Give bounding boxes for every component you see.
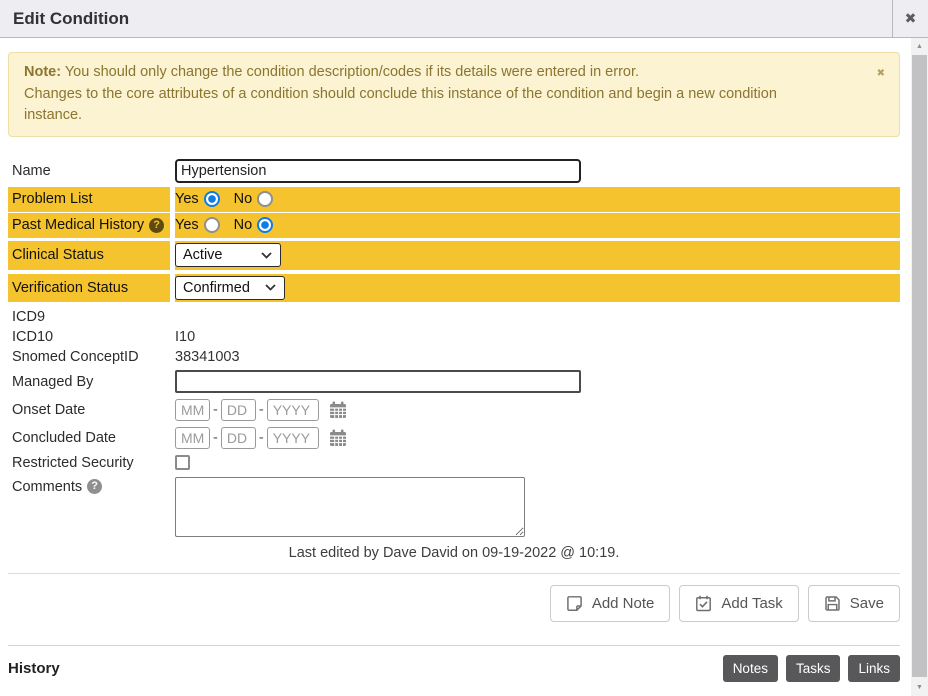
date-separator: - bbox=[213, 402, 218, 418]
verification-status-value: Confirmed bbox=[183, 280, 250, 296]
history-notes-button[interactable]: Notes bbox=[723, 655, 778, 682]
comments-label: Comments bbox=[12, 479, 82, 495]
past-medical-history-row: Past Medical History ? Yes No bbox=[8, 213, 900, 238]
restricted-security-checkbox[interactable] bbox=[175, 455, 190, 470]
onset-day-input[interactable] bbox=[221, 399, 256, 421]
help-icon[interactable]: ? bbox=[87, 479, 102, 494]
pmh-no-label: No bbox=[234, 217, 253, 233]
date-separator: - bbox=[213, 430, 218, 446]
onset-year-input[interactable] bbox=[267, 399, 319, 421]
problem-list-no-label: No bbox=[234, 191, 253, 207]
scrollbar-thumb[interactable] bbox=[912, 55, 927, 677]
concluded-day-input[interactable] bbox=[221, 427, 256, 449]
dialog-title: Edit Condition bbox=[0, 0, 892, 37]
restricted-security-label: Restricted Security bbox=[8, 453, 170, 473]
note-dismiss-icon[interactable]: ✖ bbox=[877, 63, 885, 85]
verification-status-label: Verification Status bbox=[8, 274, 170, 302]
calendar-icon[interactable] bbox=[328, 400, 348, 420]
dialog-header: Edit Condition ✖ bbox=[0, 0, 928, 38]
problem-list-yes-label: Yes bbox=[175, 191, 199, 207]
clinical-status-select[interactable]: Active bbox=[175, 243, 281, 267]
comments-textarea[interactable] bbox=[175, 477, 525, 537]
history-section: History Notes Tasks Links bbox=[8, 646, 900, 682]
action-bar: Add Note Add Task Save bbox=[8, 585, 900, 622]
history-links-button[interactable]: Links bbox=[848, 655, 900, 682]
verification-status-select[interactable]: Confirmed bbox=[175, 276, 285, 300]
add-task-button[interactable]: Add Task bbox=[679, 585, 798, 622]
note-icon bbox=[566, 595, 583, 612]
managed-by-row: Managed By bbox=[8, 370, 900, 394]
scrollbar-up-arrow[interactable]: ▲ bbox=[911, 38, 928, 55]
clinical-status-row: Clinical Status Active bbox=[8, 241, 900, 270]
snomed-row: Snomed ConceptID 38341003 bbox=[8, 347, 900, 368]
pmh-yes-label: Yes bbox=[175, 217, 199, 233]
date-separator: - bbox=[259, 430, 264, 446]
help-icon[interactable]: ? bbox=[149, 218, 164, 233]
concluded-date-row: Concluded Date - - bbox=[8, 425, 900, 451]
scrollbar: ▲ ▼ bbox=[911, 38, 928, 696]
save-button[interactable]: Save bbox=[808, 585, 900, 622]
onset-month-input[interactable] bbox=[175, 399, 210, 421]
snomed-value: 38341003 bbox=[175, 347, 900, 368]
icd9-label: ICD9 bbox=[8, 307, 170, 327]
problem-list-no-radio[interactable] bbox=[257, 191, 273, 207]
comments-row: Comments ? bbox=[8, 476, 900, 538]
verification-status-row: Verification Status Confirmed bbox=[8, 274, 900, 302]
problem-list-row: Problem List Yes No bbox=[8, 187, 900, 212]
icd9-value bbox=[175, 307, 900, 327]
pmh-no-radio[interactable] bbox=[257, 217, 273, 233]
concluded-month-input[interactable] bbox=[175, 427, 210, 449]
note-banner: Note: You should only change the conditi… bbox=[8, 52, 900, 137]
calendar-icon[interactable] bbox=[328, 428, 348, 448]
snomed-label: Snomed ConceptID bbox=[8, 347, 170, 368]
problem-list-label: Problem List bbox=[8, 187, 170, 212]
calendar-check-icon bbox=[695, 595, 712, 612]
scrollbar-down-arrow[interactable]: ▼ bbox=[911, 679, 928, 696]
concluded-year-input[interactable] bbox=[267, 427, 319, 449]
clinical-status-label: Clinical Status bbox=[8, 241, 170, 270]
add-note-button[interactable]: Add Note bbox=[550, 585, 671, 622]
restricted-security-row: Restricted Security bbox=[8, 453, 900, 473]
onset-date-label: Onset Date bbox=[8, 397, 170, 423]
pmh-yes-radio[interactable] bbox=[204, 217, 220, 233]
date-separator: - bbox=[259, 402, 264, 418]
past-medical-history-label: Past Medical History bbox=[12, 217, 144, 233]
note-line-1: Note: You should only change the conditi… bbox=[24, 62, 799, 84]
chevron-down-icon bbox=[261, 252, 272, 259]
icd10-row: ICD10 I10 bbox=[8, 327, 900, 347]
dialog-close-button[interactable]: ✖ bbox=[892, 0, 928, 37]
managed-by-label: Managed By bbox=[8, 370, 170, 394]
chevron-down-icon bbox=[265, 284, 276, 291]
problem-list-yes-radio[interactable] bbox=[204, 191, 220, 207]
divider bbox=[8, 573, 900, 574]
note-line-2: Changes to the core attributes of a cond… bbox=[24, 84, 799, 127]
icd9-row: ICD9 bbox=[8, 307, 900, 327]
note-label: Note: bbox=[24, 64, 61, 80]
onset-date-row: Onset Date - - bbox=[8, 397, 900, 423]
last-edited-text: Last edited by Dave David on 09-19-2022 … bbox=[8, 545, 900, 561]
save-icon bbox=[824, 595, 841, 612]
icd10-value: I10 bbox=[175, 327, 900, 347]
name-row: Name bbox=[8, 158, 900, 184]
name-input[interactable] bbox=[175, 159, 581, 183]
icd10-label: ICD10 bbox=[8, 327, 170, 347]
history-tasks-button[interactable]: Tasks bbox=[786, 655, 841, 682]
concluded-date-label: Concluded Date bbox=[8, 425, 170, 451]
clinical-status-value: Active bbox=[183, 247, 223, 263]
history-title: History bbox=[8, 660, 60, 677]
close-icon: ✖ bbox=[905, 10, 917, 27]
managed-by-input[interactable] bbox=[175, 370, 581, 393]
dialog-body: Note: You should only change the conditi… bbox=[0, 38, 911, 696]
name-label: Name bbox=[8, 158, 170, 184]
